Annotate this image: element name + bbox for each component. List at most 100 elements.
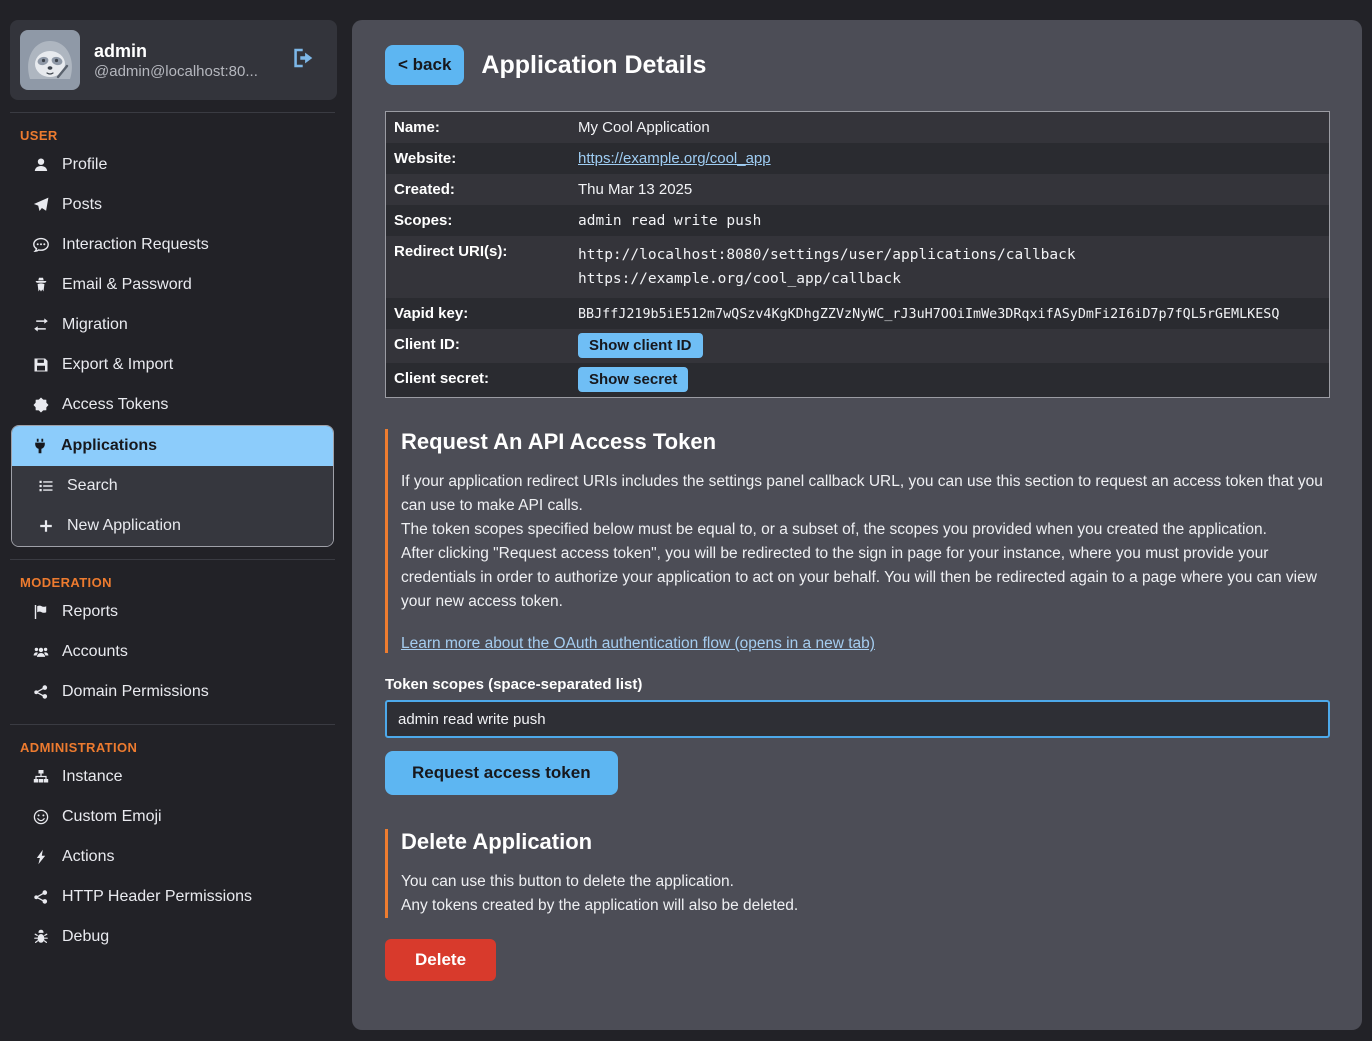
delete-application-heading: Delete Application — [401, 829, 1330, 855]
request-token-paragraph: The token scopes specified below must be… — [401, 518, 1330, 542]
sidebar-item-label: Export & Import — [62, 356, 173, 374]
user-meta: admin @admin@localhost:80... — [94, 40, 258, 80]
sidebar-item-new-application[interactable]: New Application — [12, 506, 333, 546]
sidebar-divider — [10, 724, 335, 725]
request-token-section: Request An API Access Token If your appl… — [385, 429, 1330, 653]
sidebar-item-label: Domain Permissions — [62, 683, 209, 701]
detail-value: admin read write push — [570, 205, 1329, 236]
paper-plane-icon — [33, 197, 49, 213]
table-row-website: Website: https://example.org/cool_app — [386, 143, 1329, 174]
list-icon — [38, 478, 54, 494]
token-scopes-input[interactable] — [385, 700, 1330, 738]
certificate-icon — [33, 397, 49, 413]
sidebar-item-actions[interactable]: Actions — [0, 837, 345, 877]
exchange-icon — [33, 317, 49, 333]
detail-label: Client ID: — [386, 329, 570, 360]
show-secret-button[interactable]: Show secret — [578, 367, 688, 392]
smile-icon — [33, 809, 49, 825]
sidebar-item-label: Interaction Requests — [62, 236, 209, 254]
detail-label: Scopes: — [386, 205, 570, 236]
sidebar-item-reports[interactable]: Reports — [0, 592, 345, 632]
sidebar-item-label: Migration — [62, 316, 128, 334]
sidebar-item-label: Instance — [62, 768, 122, 786]
floppy-icon — [33, 357, 49, 373]
show-client-id-button[interactable]: Show client ID — [578, 333, 703, 358]
sidebar-item-label: Reports — [62, 603, 118, 621]
sidebar-item-domain-permissions[interactable]: Domain Permissions — [0, 672, 345, 712]
detail-value: http://localhost:8080/settings/user/appl… — [570, 236, 1329, 298]
avatar — [20, 30, 80, 90]
table-row-vapid-key: Vapid key:BBJffJ219b5iE512m7wQSzv4KgKDhg… — [386, 298, 1329, 329]
sidebar-item-http-header-permissions[interactable]: HTTP Header Permissions — [0, 877, 345, 917]
request-token-paragraph: After clicking "Request access token", y… — [401, 542, 1330, 614]
sidebar-item-search[interactable]: Search — [12, 466, 333, 506]
oauth-docs-link[interactable]: Learn more about the OAuth authenticatio… — [401, 635, 875, 653]
comment-dots-icon — [33, 237, 49, 253]
sidebar-item-custom-emoji[interactable]: Custom Emoji — [0, 797, 345, 837]
sidebar-item-label: Access Tokens — [62, 396, 168, 414]
plus-icon — [38, 518, 54, 534]
sidebar-item-label: Custom Emoji — [62, 808, 162, 826]
delete-application-paragraph: Any tokens created by the application wi… — [401, 894, 1330, 918]
table-row-name: Name:My Cool Application — [386, 112, 1329, 143]
website-link[interactable]: https://example.org/cool_app — [578, 150, 771, 167]
token-scopes-label: Token scopes (space-separated list) — [385, 676, 1330, 693]
user-secret-icon — [33, 277, 49, 293]
sitemap-icon — [33, 769, 49, 785]
sidebar: admin @admin@localhost:80... USERProfile… — [0, 0, 345, 1041]
flag-icon — [33, 604, 49, 620]
sidebar-item-instance[interactable]: Instance — [0, 757, 345, 797]
sign-out-icon[interactable] — [291, 46, 315, 75]
detail-label: Created: — [386, 174, 570, 205]
sidebar-item-label: Accounts — [62, 643, 128, 661]
request-access-token-button[interactable]: Request access token — [385, 751, 618, 795]
sidebar-item-label: New Application — [67, 517, 181, 535]
page-title: Application Details — [481, 51, 706, 80]
bug-icon — [33, 929, 49, 945]
detail-value: Thu Mar 13 2025 — [570, 174, 1329, 205]
sidebar-item-label: Debug — [62, 928, 109, 946]
sidebar-item-label: Email & Password — [62, 276, 192, 294]
sidebar-item-label: Posts — [62, 196, 102, 214]
table-row-created: Created:Thu Mar 13 2025 — [386, 174, 1329, 205]
detail-value: https://example.org/cool_app — [570, 143, 1329, 174]
sidebar-section-label-administration: ADMINISTRATION — [20, 740, 345, 755]
user-handle: @admin@localhost:80... — [94, 63, 258, 80]
delete-application-section: Delete Application You can use this butt… — [385, 829, 1330, 918]
table-row-client-secret: Client secret: Show secret — [386, 363, 1329, 397]
sidebar-item-migration[interactable]: Migration — [0, 305, 345, 345]
sidebar-item-debug[interactable]: Debug — [0, 917, 345, 957]
table-row-scopes: Scopes:admin read write push — [386, 205, 1329, 236]
sidebar-item-accounts[interactable]: Accounts — [0, 632, 345, 672]
sidebar-item-access-tokens[interactable]: Access Tokens — [0, 385, 345, 425]
delete-application-paragraph: You can use this button to delete the ap… — [401, 870, 1330, 894]
detail-value: BBJffJ219b5iE512m7wQSzv4KgKDhgZZVzNyWC_r… — [570, 298, 1329, 329]
detail-label: Website: — [386, 143, 570, 174]
sidebar-divider — [10, 559, 335, 560]
sidebar-item-export-import[interactable]: Export & Import — [0, 345, 345, 385]
sidebar-active-block: Applications Search New Application — [11, 425, 334, 547]
detail-label: Client secret: — [386, 363, 570, 394]
sidebar-item-label: Applications — [61, 437, 157, 455]
request-token-paragraph: If your application redirect URIs includ… — [401, 470, 1330, 518]
request-token-heading: Request An API Access Token — [401, 429, 1330, 455]
sidebar-section-label-moderation: MODERATION — [20, 575, 345, 590]
user-card: admin @admin@localhost:80... — [10, 20, 337, 100]
sidebar-item-email-password[interactable]: Email & Password — [0, 265, 345, 305]
share-nodes-icon — [33, 684, 49, 700]
sidebar-item-profile[interactable]: Profile — [0, 145, 345, 185]
sidebar-item-label: Profile — [62, 156, 107, 174]
back-button[interactable]: < back — [385, 45, 464, 85]
detail-label: Redirect URI(s): — [386, 236, 570, 267]
sidebar-item-interaction-requests[interactable]: Interaction Requests — [0, 225, 345, 265]
sidebar-item-applications[interactable]: Applications — [12, 426, 333, 466]
user-icon — [33, 157, 49, 173]
detail-value: Show client ID — [570, 329, 1329, 363]
sidebar-item-label: HTTP Header Permissions — [62, 888, 252, 906]
plug-icon — [32, 438, 48, 454]
detail-value: Show secret — [570, 363, 1329, 397]
application-details-table: Name:My Cool ApplicationWebsite: https://… — [385, 111, 1330, 398]
sidebar-item-posts[interactable]: Posts — [0, 185, 345, 225]
delete-button[interactable]: Delete — [385, 939, 496, 981]
bolt-icon — [33, 849, 49, 865]
